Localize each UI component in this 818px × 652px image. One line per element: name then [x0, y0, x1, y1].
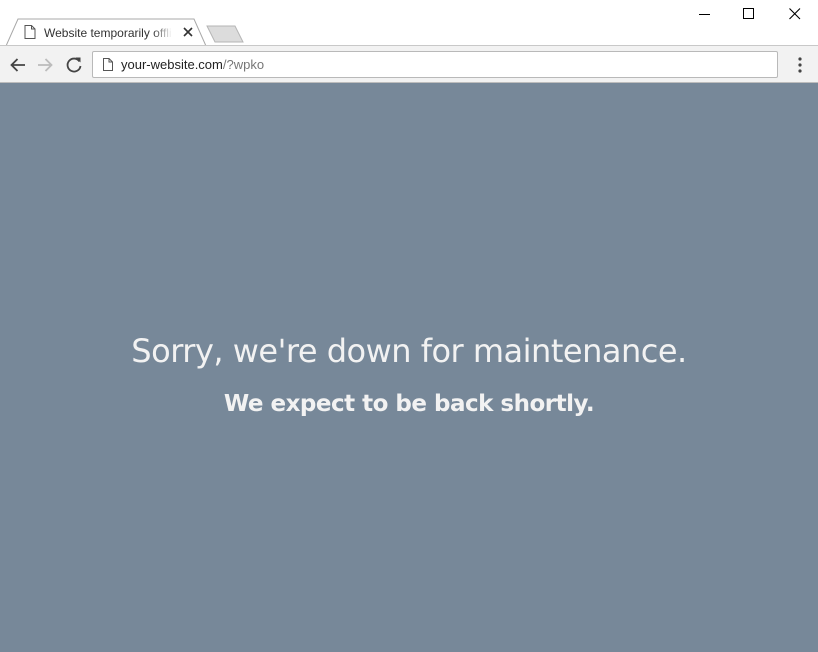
maximize-icon — [743, 8, 754, 19]
address-bar[interactable]: your-website.com/?wpko — [92, 51, 778, 78]
browser-window: Website temporarily offline your-website… — [0, 0, 818, 652]
tab-close-icon[interactable] — [182, 26, 194, 38]
maximize-button[interactable] — [726, 0, 772, 30]
page-icon — [24, 25, 36, 39]
window-close-button[interactable] — [772, 0, 818, 30]
maintenance-headline: Sorry, we're down for maintenance. — [131, 332, 687, 370]
url-host: your-website.com — [121, 57, 223, 72]
page-icon — [103, 58, 113, 71]
minimize-button[interactable] — [682, 0, 728, 30]
close-icon — [789, 8, 801, 20]
page-content: Sorry, we're down for maintenance. We ex… — [0, 83, 818, 652]
title-bar: Website temporarily offline — [0, 0, 818, 47]
new-tab-button[interactable] — [206, 25, 246, 43]
tab-title: Website temporarily offline — [44, 26, 172, 40]
back-button[interactable] — [8, 55, 28, 75]
tab-active[interactable]: Website temporarily offline — [6, 18, 210, 47]
address-url: your-website.com/?wpko — [121, 57, 264, 73]
url-path: /?wpko — [222, 57, 265, 72]
minimize-icon — [699, 14, 710, 15]
forward-button[interactable] — [35, 55, 55, 75]
kebab-menu-icon[interactable] — [792, 55, 808, 75]
browser-toolbar: your-website.com/?wpko — [0, 45, 818, 83]
reload-button[interactable] — [64, 55, 84, 75]
maintenance-subline: We expect to be back shortly. — [223, 391, 595, 417]
